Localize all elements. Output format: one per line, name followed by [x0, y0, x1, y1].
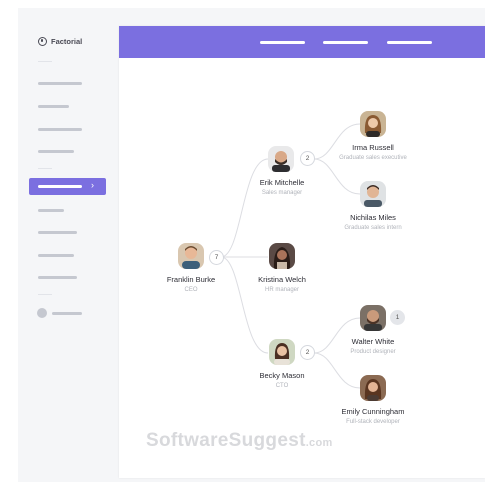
avatar-nichilas-miles[interactable] [360, 181, 386, 207]
link-erik-nichilas [313, 158, 361, 195]
org-chart-connectors [220, 123, 361, 389]
watermark: SoftwareSuggest.com [146, 430, 333, 452]
person-name: Becky Mason [259, 371, 305, 380]
link-becky-walter [313, 317, 361, 354]
person-role: Full-stack developer [346, 419, 400, 425]
avatar-franklin-burke[interactable] [178, 243, 204, 269]
reports-count-walter[interactable]: 1 [390, 310, 405, 325]
person-name: Irma Russell [352, 143, 394, 152]
person-name: Emily Cunningham [341, 407, 405, 416]
reports-count-becky[interactable]: 2 [300, 345, 315, 360]
avatar-becky-mason[interactable] [269, 339, 295, 365]
avatar-erik-mitchelle[interactable] [268, 146, 294, 172]
watermark-domain: .com [305, 437, 333, 449]
person-role: Sales manager [261, 190, 303, 196]
person-role: CEO [184, 287, 198, 293]
avatar-walter-white[interactable] [360, 305, 386, 331]
link-ceo-erik [220, 158, 269, 258]
avatar-irma-russell[interactable] [360, 111, 386, 137]
person-name: Erik Mitchelle [259, 178, 305, 187]
person-name: Nichilas Miles [350, 213, 396, 222]
link-ceo-becky [220, 256, 269, 354]
link-erik-irma [313, 123, 361, 160]
avatar-emily-cunningham[interactable] [360, 375, 386, 401]
reports-count-erik[interactable]: 2 [300, 151, 315, 166]
avatar-kristina-welch[interactable] [269, 243, 295, 269]
reports-count-ceo[interactable]: 7 [209, 250, 224, 265]
link-becky-emily [313, 352, 361, 389]
person-role: Graduate sales executive [339, 155, 407, 161]
person-role: CTO [275, 383, 289, 389]
person-name: Kristina Welch [258, 275, 306, 284]
person-role: HR manager [264, 287, 300, 293]
person-role: Graduate sales intern [344, 225, 402, 231]
person-name: Franklin Burke [166, 275, 216, 284]
person-name: Walter White [351, 337, 395, 346]
watermark-brand: SoftwareSuggest [146, 430, 306, 451]
person-role: Product designer [350, 349, 396, 355]
